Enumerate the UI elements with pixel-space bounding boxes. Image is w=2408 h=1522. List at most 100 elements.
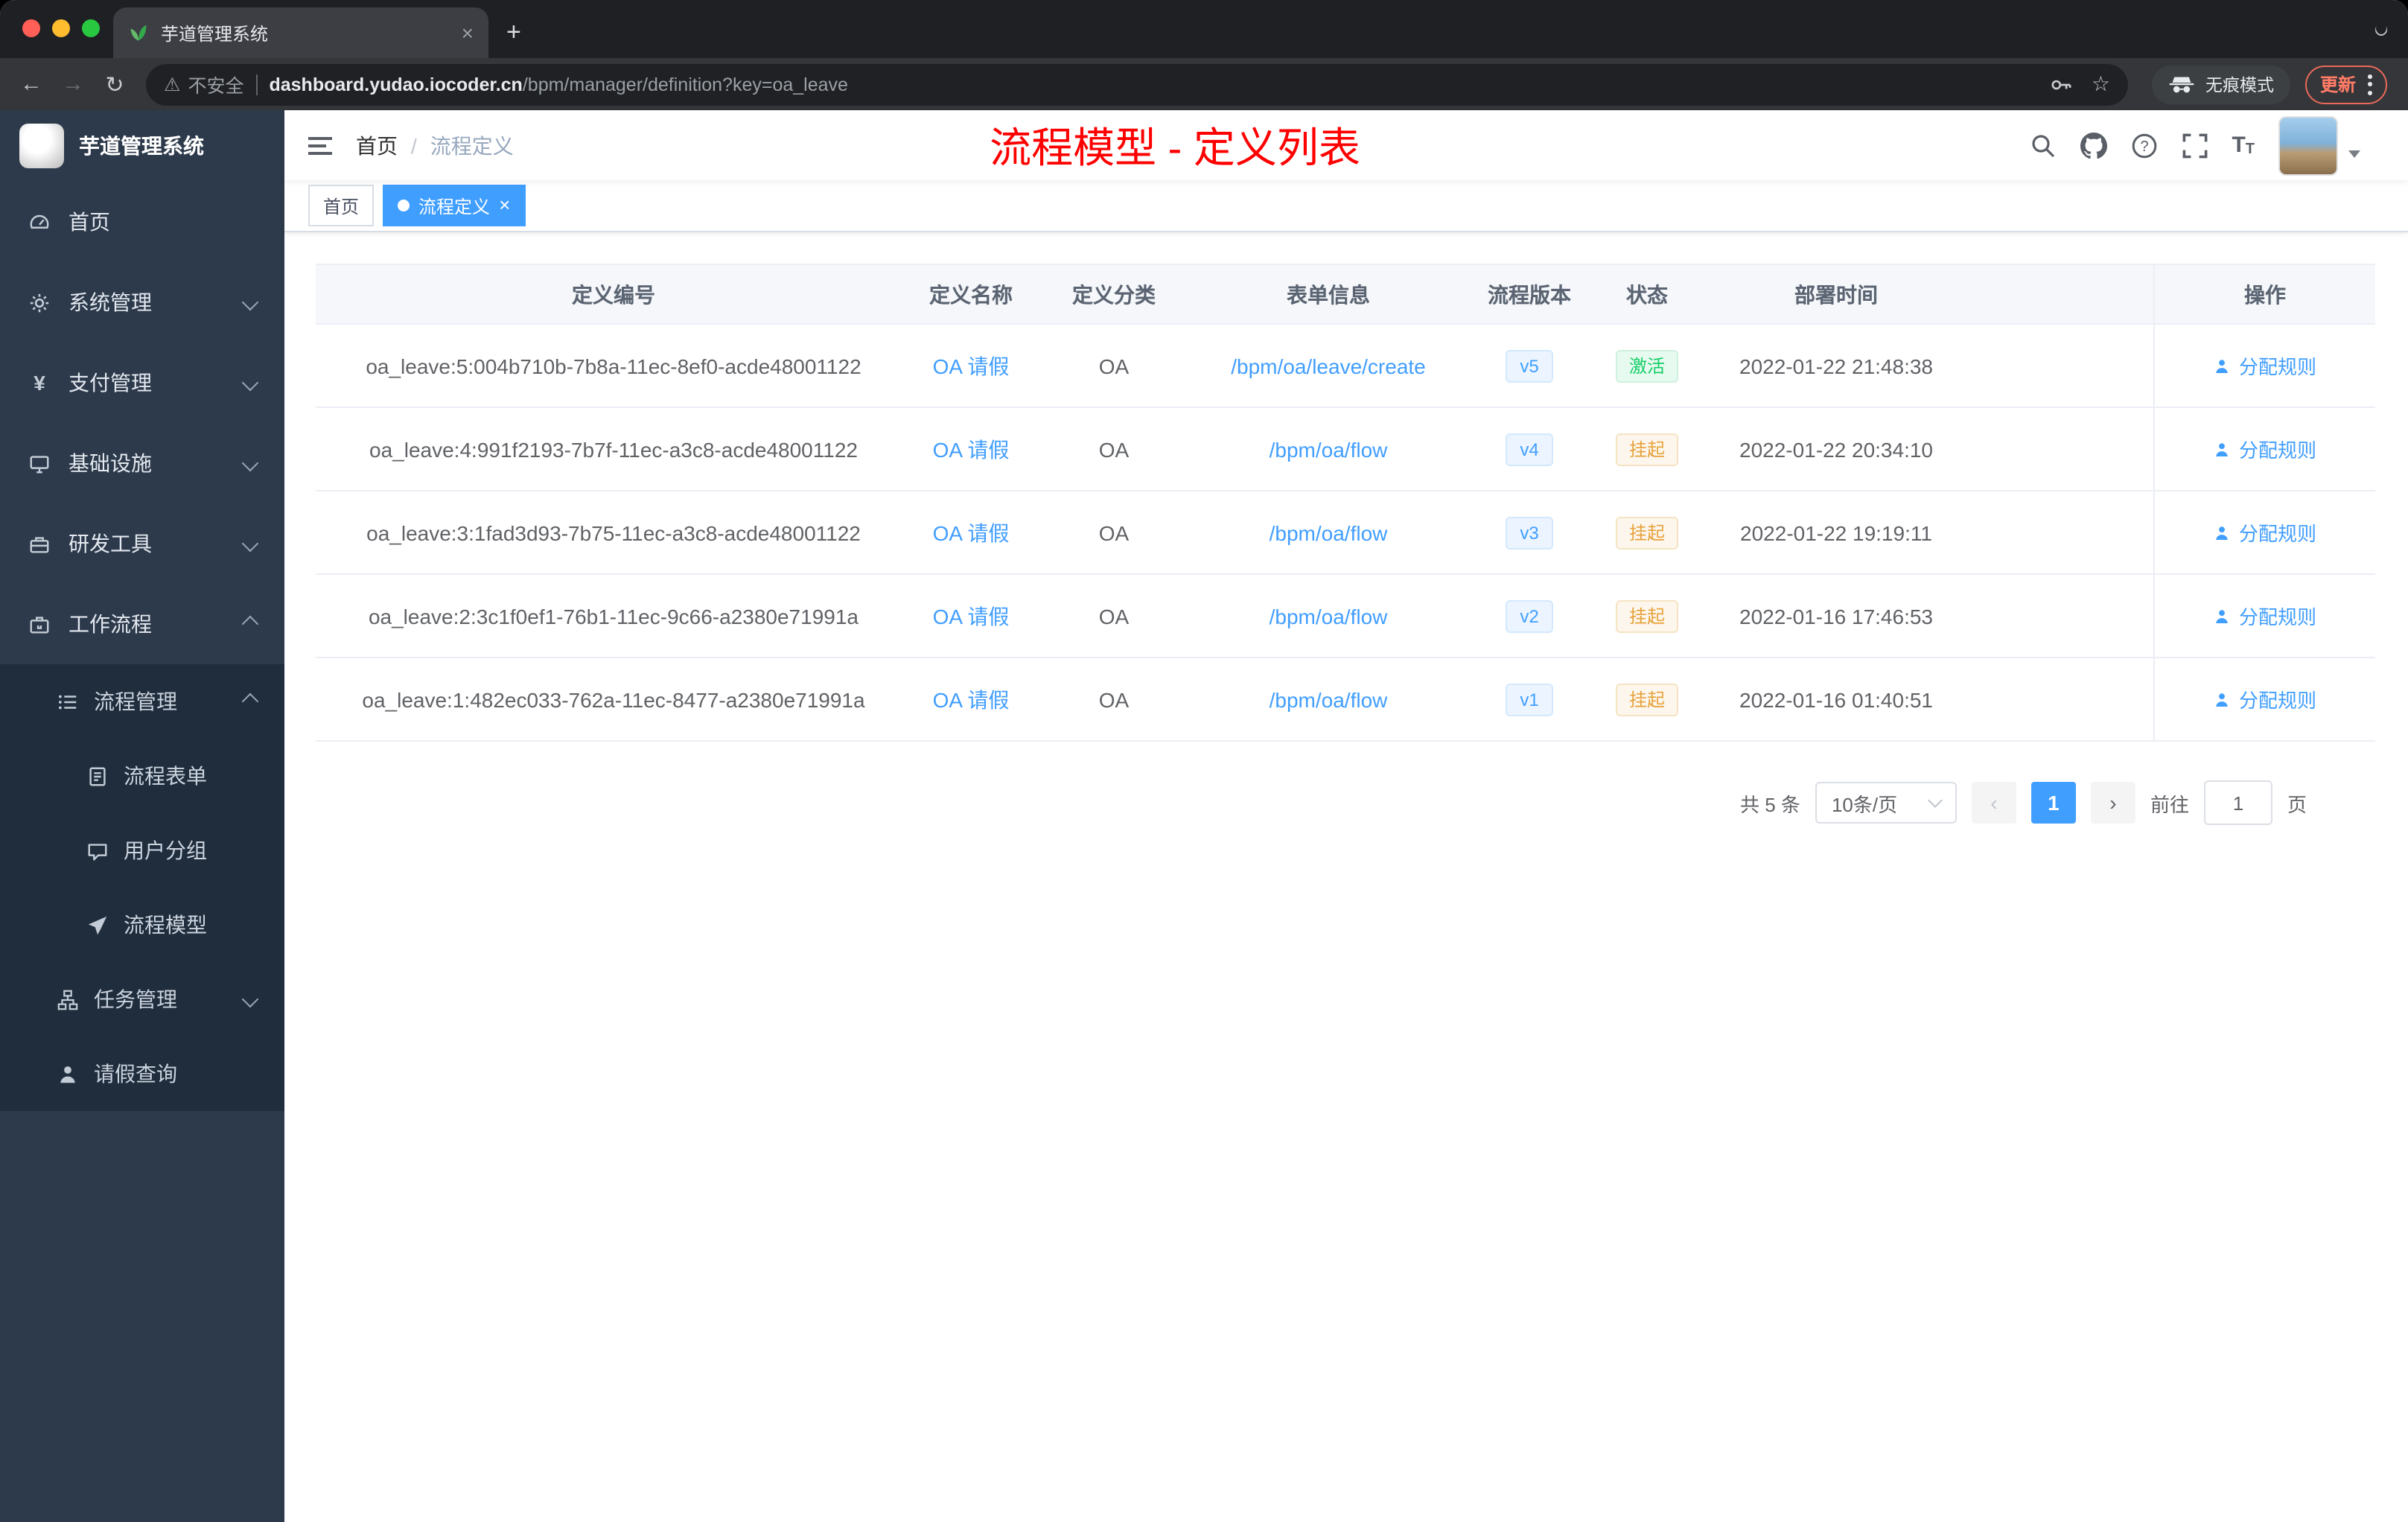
cell-definition-id: oa_leave:2:3c1f0ef1-76b1-11ec-9c66-a2380… <box>368 604 859 628</box>
avatar[interactable] <box>2278 115 2338 175</box>
breadcrumb-home[interactable]: 首页 <box>356 130 398 160</box>
sidebar-item-label: 首页 <box>69 210 110 234</box>
cell-deploy-time: 2022-01-16 01:40:51 <box>1739 687 1933 711</box>
app-header: 首页 / 流程定义 流程模型 - 定义列表 ? T T <box>284 110 2408 180</box>
assign-rule-label: 分配规则 <box>2238 439 2316 462</box>
browser-menu-icon[interactable] <box>2368 74 2372 95</box>
tab-title: 芋道管理系统 <box>161 23 269 44</box>
caret-down-icon <box>2348 150 2360 158</box>
form-icon <box>89 766 106 786</box>
form-link[interactable]: /bpm/oa/flow <box>1270 604 1388 628</box>
chevron-up-icon <box>241 692 259 710</box>
sidebar-item-process-forms[interactable]: 流程表单 <box>0 739 284 813</box>
tag-label: 首页 <box>323 196 360 217</box>
sidebar-item-system[interactable]: 系统管理 <box>0 262 284 343</box>
goto-page-input[interactable] <box>2203 780 2272 825</box>
font-size-icon[interactable]: TT <box>2232 133 2255 158</box>
back-icon[interactable]: ← <box>12 71 51 97</box>
minimize-window-button[interactable] <box>52 19 70 37</box>
assign-rule-link[interactable]: 分配规则 <box>2214 518 2316 547</box>
status-badge: 挂起 <box>1615 516 1678 549</box>
chat-icon <box>88 843 107 860</box>
cell-deploy-time: 2022-01-22 21:48:38 <box>1739 354 1933 378</box>
page-number-button[interactable]: 1 <box>2030 782 2076 824</box>
definition-name-link[interactable]: OA 请假 <box>933 434 1010 464</box>
page-size-select[interactable]: 10条/页 <box>1815 782 1957 824</box>
zoom-window-button[interactable] <box>82 19 100 37</box>
sidebar-logo[interactable]: 芋道管理系统 <box>0 110 284 182</box>
definition-name-link[interactable]: OA 请假 <box>933 351 1010 380</box>
sidebar-item-label: 基础设施 <box>69 451 152 475</box>
search-icon[interactable] <box>2029 132 2056 159</box>
github-icon[interactable] <box>2080 132 2107 159</box>
sidebar-item-process-management[interactable]: 流程管理 <box>0 664 284 739</box>
incognito-label: 无痕模式 <box>2205 77 2274 95</box>
sidebar-item-leave-query[interactable]: 请假查询 <box>0 1037 284 1111</box>
help-icon[interactable]: ? <box>2130 132 2157 159</box>
toolbox-icon <box>30 536 49 553</box>
sidebar-item-task-management[interactable]: 任务管理 <box>0 962 284 1037</box>
version-badge: v5 <box>1505 349 1554 382</box>
tab-close-icon[interactable]: × <box>462 22 474 43</box>
form-link[interactable]: /bpm/oa/leave/create <box>1231 354 1426 378</box>
assign-rule-link[interactable]: 分配规则 <box>2214 435 2316 463</box>
cell-category: OA <box>1098 687 1130 711</box>
tag-close-icon[interactable]: × <box>499 195 510 214</box>
new-tab-button[interactable]: + <box>506 17 521 47</box>
main-area: 首页 / 流程定义 流程模型 - 定义列表 ? T T 首页 流程定义 × 定义… <box>284 110 2408 1522</box>
cell-definition-id: oa_leave:3:1fad3d93-7b75-11ec-a3c8-acde4… <box>366 520 861 544</box>
version-badge: v3 <box>1505 516 1554 549</box>
assign-rule-link[interactable]: 分配规则 <box>2214 685 2316 713</box>
assign-rule-link[interactable]: 分配规则 <box>2214 351 2316 380</box>
sidebar-item-payment[interactable]: ¥ 支付管理 <box>0 343 284 423</box>
definition-name-link[interactable]: OA 请假 <box>933 518 1010 547</box>
table-row: oa_leave:5:004b710b-7b8a-11ec-8ef0-acde4… <box>316 325 2375 408</box>
sidebar-item-user-groups[interactable]: 用户分组 <box>0 813 284 888</box>
column-header: 表单信息 <box>1287 282 1370 306</box>
sidebar-item-process-models[interactable]: 流程模型 <box>0 888 284 962</box>
version-badge: v1 <box>1505 683 1554 716</box>
sidebar-item-label: 系统管理 <box>69 290 152 314</box>
address-bar[interactable]: ⚠ 不安全 dashboard.yudao.iocoder.cn/bpm/man… <box>146 63 2128 105</box>
status-badge: 挂起 <box>1615 599 1678 632</box>
close-window-button[interactable] <box>22 19 40 37</box>
status-badge: 挂起 <box>1615 683 1678 716</box>
reload-icon[interactable]: ↻ <box>95 71 134 98</box>
browser-update-button[interactable]: 更新 <box>2305 65 2387 104</box>
chevron-down-icon <box>241 990 259 1008</box>
sidebar-item-infrastructure[interactable]: 基础设施 <box>0 423 284 503</box>
form-link[interactable]: /bpm/oa/flow <box>1270 437 1388 461</box>
cell-category: OA <box>1098 437 1130 461</box>
cell-category: OA <box>1098 520 1130 544</box>
browser-tab-strip: 芋道管理系统 × + <box>0 0 2408 58</box>
form-link[interactable]: /bpm/oa/flow <box>1270 520 1388 544</box>
sidebar-toggle-icon[interactable] <box>284 136 356 154</box>
sidebar-item-label: 研发工具 <box>69 532 152 555</box>
column-header: 部署时间 <box>1794 282 1878 306</box>
status-badge: 激活 <box>1615 349 1678 382</box>
key-icon[interactable] <box>2050 72 2074 96</box>
briefcase-icon <box>30 616 49 633</box>
tag-process-definition[interactable]: 流程定义 × <box>383 185 526 226</box>
form-link[interactable]: /bpm/oa/flow <box>1270 687 1388 711</box>
sidebar-item-devtools[interactable]: 研发工具 <box>0 503 284 584</box>
assign-rule-label: 分配规则 <box>2238 523 2316 545</box>
sidebar-item-workflow[interactable]: 工作流程 <box>0 584 284 664</box>
bookmark-star-icon[interactable]: ☆ <box>2092 71 2110 97</box>
tag-home[interactable]: 首页 <box>308 185 375 226</box>
user-menu[interactable] <box>2278 115 2360 175</box>
forward-icon[interactable]: → <box>54 71 92 97</box>
prev-page-button[interactable]: ‹ <box>1971 782 2016 824</box>
assign-rule-link[interactable]: 分配规则 <box>2214 602 2316 630</box>
definition-name-link[interactable]: OA 请假 <box>933 601 1010 631</box>
dashboard-icon <box>30 214 49 228</box>
tag-label: 流程定义 <box>418 196 491 217</box>
browser-tab[interactable]: 芋道管理系统 × <box>113 7 488 58</box>
next-page-button[interactable]: › <box>2090 782 2135 824</box>
sidebar-item-home[interactable]: 首页 <box>0 182 284 262</box>
fullscreen-icon[interactable] <box>2181 132 2208 159</box>
site-security[interactable]: ⚠ 不安全 <box>164 70 243 98</box>
tab-search-icon[interactable] <box>2372 21 2390 39</box>
definition-name-link[interactable]: OA 请假 <box>933 684 1010 714</box>
logo-title: 芋道管理系统 <box>79 134 204 158</box>
